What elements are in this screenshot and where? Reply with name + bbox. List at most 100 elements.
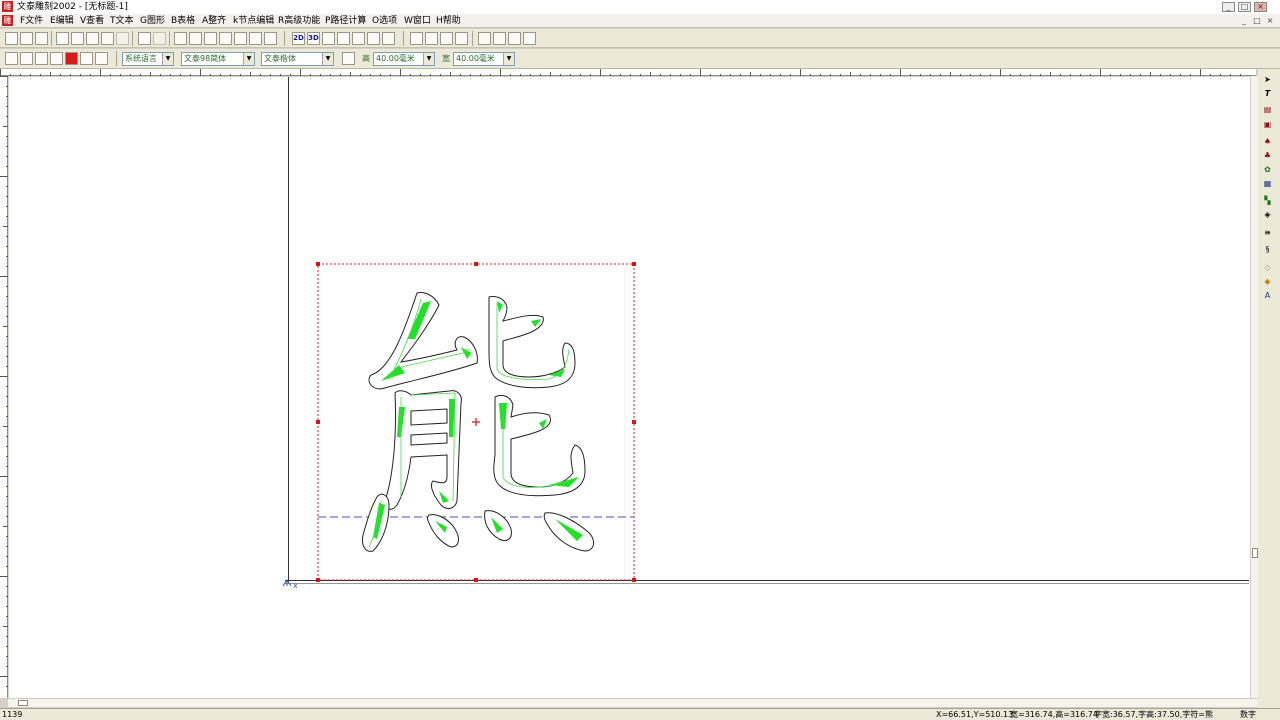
toolbar-separator [132, 31, 133, 46]
duplicate-icon[interactable] [101, 32, 114, 45]
chevron-down-icon[interactable]: ▼ [162, 53, 173, 65]
rectangle-tool-icon[interactable]: ▣ [1260, 119, 1275, 131]
chevron-down-icon[interactable]: ▼ [322, 53, 333, 65]
paste-icon[interactable] [86, 32, 99, 45]
menu-help[interactable]: H帮助 [436, 15, 461, 27]
zoom-in-icon[interactable] [5, 52, 18, 65]
chevron-down-icon[interactable]: ▼ [243, 53, 254, 65]
redo-icon[interactable] [153, 32, 166, 45]
chevron-down-icon[interactable]: ▼ [503, 53, 514, 65]
mdi-minimize-button[interactable]: _ [1238, 16, 1250, 26]
horizontal-scrollbar[interactable] [8, 698, 1258, 707]
menu-graphics[interactable]: G图形 [140, 15, 165, 27]
page-setup-icon[interactable] [189, 32, 202, 45]
align-tool-icon[interactable]: ≡ [1260, 227, 1275, 239]
mdi-close-button[interactable]: × [1264, 16, 1276, 26]
text-box-icon[interactable] [425, 32, 438, 45]
open-folder-icon[interactable] [20, 32, 33, 45]
save-disk-icon[interactable] [35, 32, 48, 45]
paint-icon[interactable]: ◈ [1260, 209, 1275, 221]
menu-advanced[interactable]: R高级功能 [278, 15, 320, 27]
menu-view[interactable]: V查看 [80, 15, 104, 27]
font-style-icon[interactable] [342, 52, 355, 65]
mdi-restore-button[interactable]: □ [1251, 16, 1263, 26]
node-edit-icon[interactable] [410, 32, 423, 45]
path-tool-icon[interactable]: § [1260, 244, 1275, 256]
menu-file[interactable]: F文件 [20, 15, 43, 27]
menu-node-edit[interactable]: k节点编辑 [233, 15, 274, 27]
menu-window[interactable]: W窗口 [404, 15, 431, 27]
height-input[interactable]: 40.00毫米 ▼ [373, 52, 435, 66]
zoom-box-icon[interactable] [35, 52, 48, 65]
align-right-icon[interactable] [508, 32, 521, 45]
font-select-primary[interactable]: 文泰98简体 ▼ [181, 52, 255, 66]
print-icon[interactable] [204, 32, 217, 45]
align-justify-icon[interactable] [523, 32, 536, 45]
font-select-secondary[interactable]: 文泰楷体 ▼ [261, 52, 334, 66]
chevron-down-icon[interactable]: ▼ [423, 53, 434, 65]
menu-options[interactable]: O选项 [372, 15, 397, 27]
text-tool-icon[interactable]: T [1260, 88, 1275, 100]
text-frame-icon[interactable] [455, 32, 468, 45]
copy-icon[interactable] [71, 32, 84, 45]
zoom-page-icon[interactable] [95, 52, 108, 65]
import-icon[interactable] [174, 32, 187, 45]
texture-icon[interactable] [367, 32, 380, 45]
app-icon[interactable]: 雕 [2, 1, 13, 12]
maximize-button[interactable]: □ [1238, 2, 1251, 12]
align-center-icon[interactable] [493, 32, 506, 45]
italic-icon[interactable] [440, 32, 453, 45]
cut-scissors-icon[interactable] [56, 32, 69, 45]
menu-text[interactable]: T文本 [110, 15, 134, 27]
color-red-icon[interactable] [65, 52, 78, 65]
menu-align[interactable]: A整齐 [202, 15, 226, 27]
close-button[interactable]: × [1254, 2, 1267, 12]
toolbar-separator [51, 31, 52, 46]
engrave-icon[interactable] [337, 32, 350, 45]
new-file-icon[interactable] [5, 32, 18, 45]
clone-icon[interactable] [116, 32, 129, 45]
origin-axis-label: x [293, 581, 298, 590]
language-select[interactable]: 系统语言 ▼ [122, 52, 174, 66]
emboss-icon[interactable] [322, 32, 335, 45]
table-grid-icon[interactable]: ▦ [1260, 178, 1275, 190]
document-icon[interactable]: 雕 [2, 15, 13, 26]
mode-3d-button[interactable]: 3D [307, 32, 320, 45]
height-input-value: 40.00毫米 [376, 54, 415, 63]
undo-icon[interactable] [138, 32, 151, 45]
horizontal-scroll-thumb[interactable] [18, 700, 28, 706]
font-tool-icon[interactable]: A [1260, 290, 1275, 302]
menu-path-calc[interactable]: P路径计算 [325, 15, 366, 27]
menu-edit[interactable]: E编辑 [50, 15, 74, 27]
toolbar-separator [169, 31, 170, 46]
menu-table[interactable]: B表格 [171, 15, 195, 27]
toolbar-separator [403, 31, 404, 46]
width-input[interactable]: 40.00毫米 ▼ [453, 52, 515, 66]
fill-bucket-icon[interactable]: ♠ [1260, 136, 1275, 148]
palette-icon[interactable]: ▚ [1260, 195, 1275, 207]
zoom-fit-icon[interactable] [80, 52, 93, 65]
pen-tool-icon[interactable]: ♣ [1260, 150, 1275, 162]
print-preview-icon[interactable] [219, 32, 232, 45]
pan-move-icon[interactable] [50, 52, 63, 65]
transform-tool-icon[interactable]: ◆ [1260, 276, 1275, 288]
vertical-scrollbar[interactable] [1250, 76, 1258, 700]
drawing-canvas[interactable]: x [9, 77, 1257, 698]
vertical-ruler[interactable] [0, 76, 8, 698]
horizontal-ruler[interactable] [0, 69, 1256, 76]
output-icon[interactable] [234, 32, 247, 45]
select-arrow-icon[interactable]: ➤ [1260, 74, 1275, 86]
star-shape-icon[interactable]: ✿ [1260, 164, 1275, 176]
text-layout-icon[interactable]: ▤ [1260, 104, 1275, 116]
mode-2d-button[interactable]: 2D [292, 32, 305, 45]
pixel-icon[interactable] [382, 32, 395, 45]
vertical-ruler-ticks [0, 76, 8, 687]
disabled-tool-icon[interactable]: ◇ [1260, 262, 1275, 274]
zoom-out-icon[interactable] [20, 52, 33, 65]
language-select-value: 系统语言 [125, 54, 157, 63]
align-left-icon[interactable] [478, 32, 491, 45]
lightbulb-icon[interactable] [249, 32, 262, 45]
minimize-button[interactable]: _ [1222, 2, 1235, 12]
help-question-icon[interactable] [264, 32, 277, 45]
hatch-icon[interactable] [352, 32, 365, 45]
